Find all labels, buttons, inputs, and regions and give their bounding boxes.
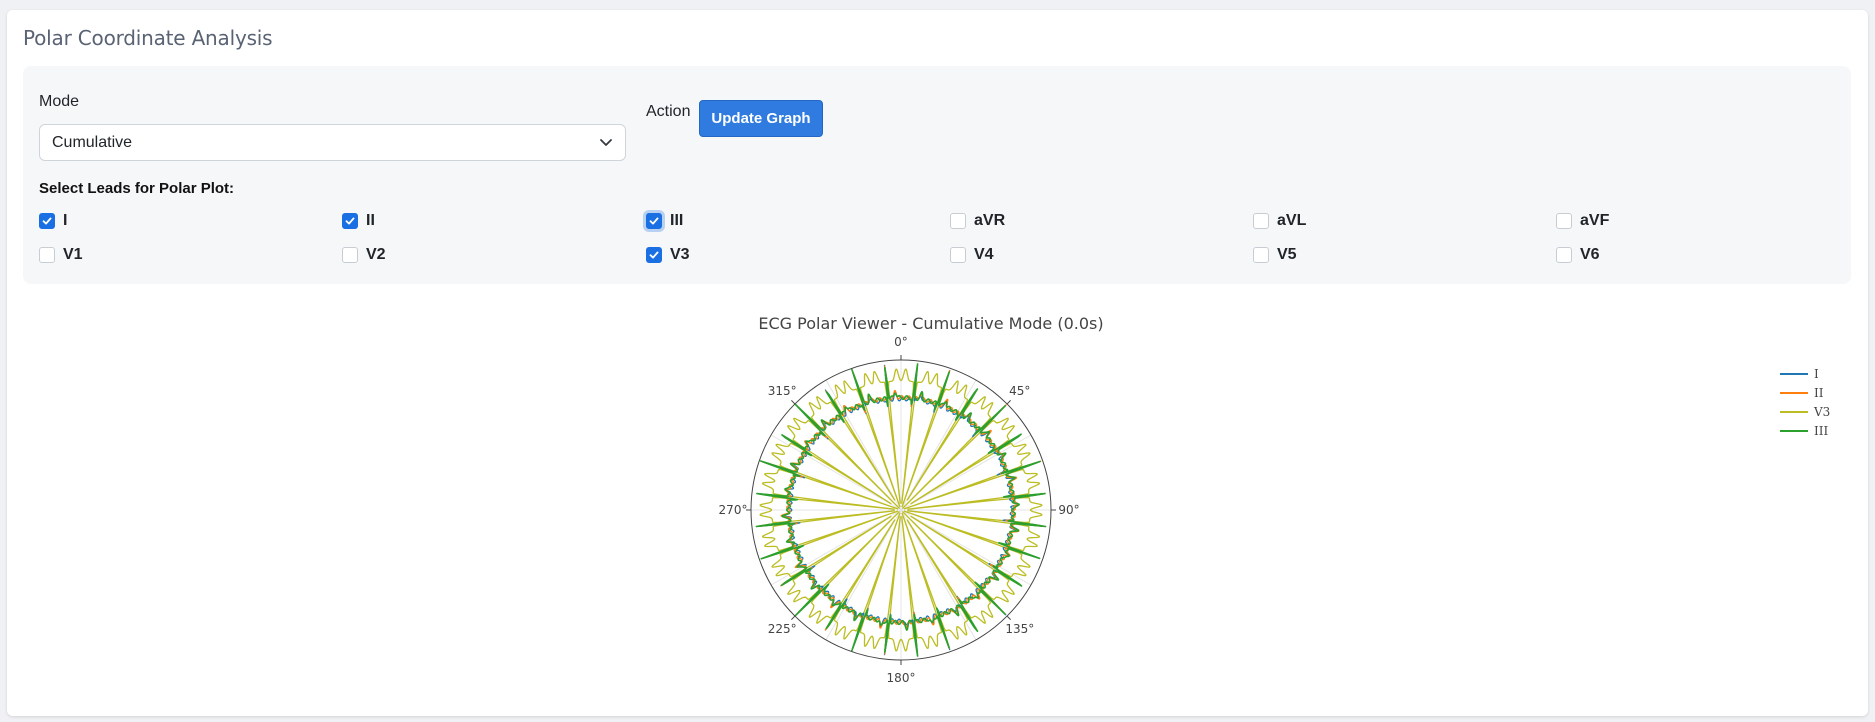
legend-label-ii: II [1814, 386, 1824, 400]
angular-tick-label: 225° [768, 622, 797, 636]
angular-tick-label: 180° [887, 671, 916, 685]
legend-label-i: I [1814, 367, 1819, 381]
angular-tick-label: 90° [1058, 503, 1079, 517]
angular-tick-label: 45° [1009, 384, 1030, 398]
legend-label-v3: V3 [1813, 405, 1830, 419]
angular-tick [791, 400, 796, 405]
chart-title: ECG Polar Viewer - Cumulative Mode (0.0s… [758, 314, 1103, 333]
angular-tick [791, 615, 796, 620]
ecg-polar-chart: ECG Polar Viewer - Cumulative Mode (0.0s… [719, 314, 1831, 685]
legend-label-iii: III [1814, 424, 1828, 438]
angular-tick [1006, 615, 1011, 620]
angular-tick-label: 270° [719, 503, 748, 517]
angular-tick-label: 0° [894, 335, 908, 349]
angular-tick-label: 135° [1005, 622, 1034, 636]
angular-tick-label: 315° [768, 384, 797, 398]
polar-analysis-card: Polar Coordinate Analysis Mode Cumulativ… [7, 10, 1868, 716]
angular-tick [1006, 400, 1011, 405]
